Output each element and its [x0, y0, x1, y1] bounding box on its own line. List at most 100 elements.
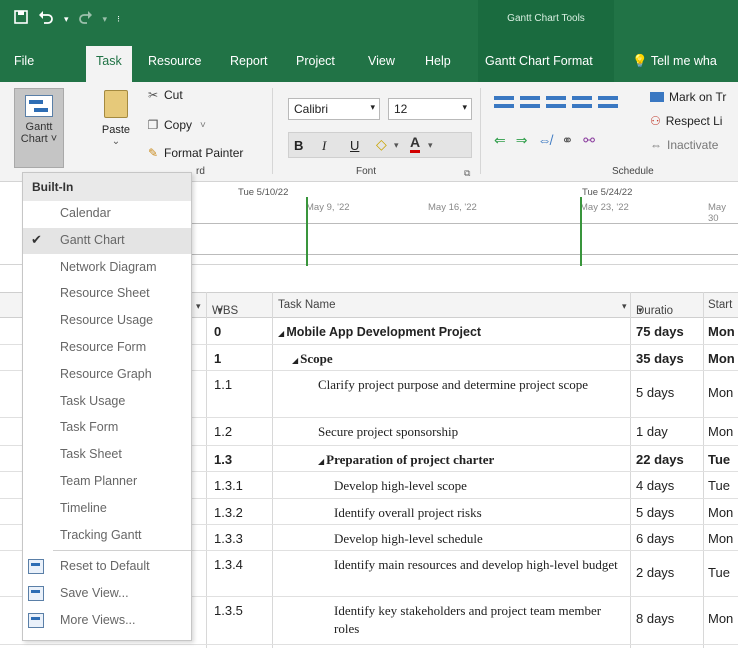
tell-me-box[interactable]: 💡 Tell me wha	[632, 54, 717, 69]
start-cell[interactable]: Mon	[708, 505, 738, 520]
duration-cell[interactable]: 35 days	[636, 351, 684, 366]
underline-button[interactable]: U	[350, 138, 359, 153]
italic-button[interactable]: I	[322, 138, 326, 154]
view-menu-item[interactable]: Resource Form	[23, 335, 191, 361]
copy-dropdown-icon[interactable]: ˅	[200, 120, 206, 131]
inactivate-button[interactable]: ⇔ Inactivate	[650, 138, 718, 152]
wbs-cell[interactable]: 1.3.5	[214, 603, 243, 618]
task-name-cell[interactable]: Clarify project purpose and determine pr…	[318, 376, 622, 394]
view-menu-item[interactable]: Timeline	[23, 496, 191, 522]
font-dialog-launcher-icon[interactable]: ⧉	[464, 168, 470, 179]
start-cell[interactable]: Mon	[708, 531, 738, 546]
wbs-cell[interactable]: 1.1	[214, 377, 232, 392]
wbs-cell[interactable]: 0	[214, 324, 221, 339]
indent-icon[interactable]: ⇒	[516, 132, 528, 149]
view-menu-item[interactable]: Resource Graph	[23, 362, 191, 388]
mark-on-track-button[interactable]: Mark on Tr	[650, 90, 726, 104]
tab-view[interactable]: View	[368, 54, 395, 68]
view-menu-item[interactable]: Network Diagram	[23, 255, 191, 281]
font-color-icon[interactable]: A	[410, 135, 421, 153]
unlink-tasks-icon[interactable]: ⚯	[583, 132, 595, 149]
format-painter-button[interactable]: ✎ Format Painter	[146, 146, 243, 160]
font-name-dropdown-icon[interactable]: ▾	[370, 102, 375, 113]
font-name-combo[interactable]: Calibri ▾	[288, 98, 380, 120]
zero-percent-complete-icon[interactable]	[494, 96, 514, 108]
start-cell[interactable]: Mon	[708, 324, 738, 339]
collapse-toggle-icon[interactable]: ◢	[318, 457, 326, 466]
respect-links-button[interactable]: ⚇ Respect Li	[650, 114, 722, 128]
undo-dropdown-icon[interactable]: ▾	[64, 14, 69, 25]
wbs-cell[interactable]: 1	[214, 351, 221, 366]
tab-report[interactable]: Report	[230, 54, 268, 68]
wbs-cell[interactable]: 1.3.4	[214, 557, 243, 572]
view-menu-item[interactable]: Resource Usage	[23, 308, 191, 334]
start-cell[interactable]: Mon	[708, 611, 738, 626]
paste-button[interactable]: Paste ⌄	[96, 88, 136, 166]
wbs-cell[interactable]: 1.3.1	[214, 478, 243, 493]
task-name-cell[interactable]: ◢ Mobile App Development Project	[278, 323, 622, 343]
view-menu-item[interactable]: Task Usage	[23, 389, 191, 415]
column-dropdown-icon[interactable]: ▾	[196, 301, 201, 312]
seventy-five-percent-complete-icon[interactable]	[572, 96, 592, 108]
start-cell[interactable]: Mon	[708, 351, 738, 366]
start-cell[interactable]: Mon	[708, 385, 738, 400]
duration-cell[interactable]: 5 days	[636, 385, 674, 400]
view-menu-item[interactable]: Resource Sheet	[23, 281, 191, 307]
duration-cell[interactable]: 2 days	[636, 565, 674, 580]
view-menu-item[interactable]: Task Sheet	[23, 442, 191, 468]
wbs-cell[interactable]: 1.3	[214, 452, 232, 467]
view-menu-item[interactable]: Task Form	[23, 415, 191, 441]
save-icon[interactable]	[14, 10, 28, 28]
column-header-start[interactable]: Start	[708, 299, 732, 311]
undo-icon[interactable]	[38, 10, 54, 28]
wbs-filter-icon[interactable]: ▾	[218, 305, 223, 316]
duration-cell[interactable]: 6 days	[636, 531, 674, 546]
view-action-item[interactable]: Reset to Default	[23, 554, 191, 580]
view-menu-item[interactable]: Tracking Gantt	[23, 523, 191, 549]
task-name-cell[interactable]: Secure project sponsorship	[318, 423, 622, 441]
duration-cell[interactable]: 75 days	[636, 324, 684, 339]
paste-dropdown-icon[interactable]: ⌄	[96, 136, 136, 147]
redo-icon[interactable]	[78, 10, 93, 28]
outdent-icon[interactable]: ⇐	[494, 132, 506, 149]
redo-dropdown-icon[interactable]: ▾	[103, 14, 108, 25]
duration-cell[interactable]: 1 day	[636, 424, 668, 439]
tab-project[interactable]: Project	[296, 54, 335, 68]
view-action-item[interactable]: Save View...	[23, 581, 191, 607]
task-name-cell[interactable]: Develop high-level scope	[334, 477, 622, 495]
task-name-cell[interactable]: Identify overall project risks	[334, 504, 622, 522]
task-name-filter-icon[interactable]: ▾	[622, 301, 627, 312]
duration-cell[interactable]: 8 days	[636, 611, 674, 626]
qat-dropdown-icon[interactable]: ⁝	[117, 14, 120, 25]
tab-task[interactable]: Task	[86, 46, 132, 82]
tab-help[interactable]: Help	[425, 54, 451, 68]
split-task-icon[interactable]: ⇎	[537, 132, 551, 149]
task-name-cell[interactable]: Identify main resources and develop high…	[334, 556, 622, 574]
link-tasks-icon[interactable]: ⚭	[561, 132, 573, 149]
duration-cell[interactable]: 4 days	[636, 478, 674, 493]
start-cell[interactable]: Tue	[708, 452, 738, 467]
wbs-cell[interactable]: 1.3.2	[214, 505, 243, 520]
start-cell[interactable]: Mon	[708, 424, 738, 439]
fifty-percent-complete-icon[interactable]	[546, 96, 566, 108]
task-name-cell[interactable]: ◢ Preparation of project charter	[318, 451, 622, 471]
start-cell[interactable]: Tue	[708, 478, 738, 493]
wbs-cell[interactable]: 1.3.3	[214, 531, 243, 546]
highlight-dropdown-icon[interactable]: ▾	[394, 140, 399, 151]
font-size-combo[interactable]: 12 ▾	[388, 98, 472, 120]
gantt-chart-view-button[interactable]: Gantt Chart ˅	[14, 88, 64, 168]
view-menu-item[interactable]: ✔ Gantt Chart	[23, 227, 191, 254]
highlight-color-icon[interactable]: ◇	[376, 136, 387, 153]
cut-button[interactable]: ✂ Cut	[146, 88, 183, 102]
view-action-item[interactable]: More Views...	[23, 608, 191, 634]
tab-gantt-chart-format[interactable]: Gantt Chart Format	[485, 54, 593, 68]
duration-cell[interactable]: 22 days	[636, 452, 684, 467]
column-header-task-name[interactable]: Task Name	[278, 299, 336, 311]
font-color-dropdown-icon[interactable]: ▾	[428, 140, 433, 151]
bold-button[interactable]: B	[294, 138, 303, 153]
duration-cell[interactable]: 5 days	[636, 505, 674, 520]
task-name-cell[interactable]: Develop high-level schedule	[334, 530, 622, 548]
view-menu-item[interactable]: Team Planner	[23, 469, 191, 495]
collapse-toggle-icon[interactable]: ◢	[292, 356, 300, 365]
view-menu-item[interactable]: Calendar	[23, 201, 191, 227]
